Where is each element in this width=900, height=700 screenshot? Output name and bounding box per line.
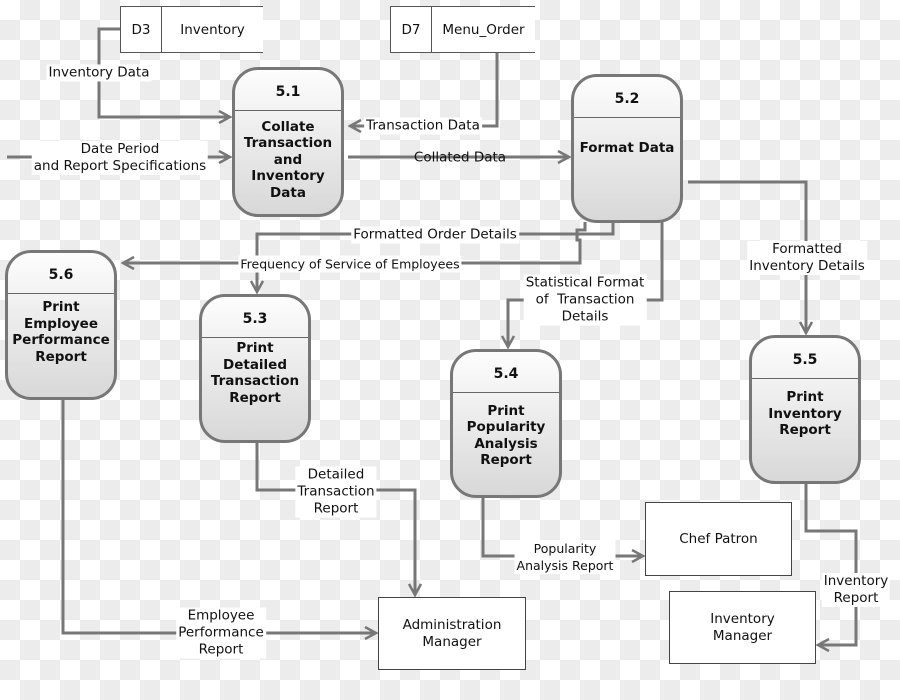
data-store-d7[interactable]: D7 Menu_Order xyxy=(390,6,535,53)
label-statistical: Statistical Format of Transaction Detail… xyxy=(523,274,647,326)
process-name: Format Data xyxy=(579,139,675,156)
flow-transaction-data xyxy=(350,52,499,126)
process-number: 5.3 xyxy=(202,297,308,338)
process-number: 5.1 xyxy=(235,70,341,111)
process-number: 5.2 xyxy=(574,77,680,118)
entity-inventory-manager[interactable]: Inventory Manager xyxy=(669,591,816,664)
store-id: D7 xyxy=(391,7,432,52)
entity-administration-manager[interactable]: Administration Manager xyxy=(378,597,526,670)
store-id: D3 xyxy=(121,7,162,52)
label-employee-perf: Employee Performance Report xyxy=(176,607,266,659)
process-number: 5.5 xyxy=(752,338,858,379)
label-frequency: Frequency of Service of Employees xyxy=(238,255,462,273)
process-5-3[interactable]: 5.3 Print Detailed Transaction Report xyxy=(199,294,311,443)
label-formatted-inventory: Formatted Inventory Details xyxy=(747,241,867,275)
process-name: Print Popularity Analysis Report xyxy=(466,402,546,469)
flow-detailed-trans xyxy=(255,442,415,595)
label-inventory-data: Inventory Data xyxy=(46,64,152,82)
label-popularity: Popularity Analysis Report xyxy=(514,540,616,574)
label-formatted-order: Formatted Order Details xyxy=(351,226,519,244)
process-name: Collate Transaction and Inventory Data xyxy=(243,118,333,201)
label-detailed-trans: Detailed Transaction Report xyxy=(295,466,377,518)
process-number: 5.4 xyxy=(453,352,559,393)
label-inventory-report: Inventory Report xyxy=(821,573,891,607)
process-number: 5.6 xyxy=(8,253,114,294)
entity-chef-patron[interactable]: Chef Patron xyxy=(645,502,792,576)
store-name: Menu_Order xyxy=(442,21,525,38)
process-5-5[interactable]: 5.5 Print Inventory Report xyxy=(749,335,861,484)
process-5-6[interactable]: 5.6 Print Employee Performance Report xyxy=(5,250,117,400)
data-store-d3[interactable]: D3 Inventory xyxy=(120,6,263,53)
process-5-4[interactable]: 5.4 Print Popularity Analysis Report xyxy=(450,349,562,498)
label-collated-data: Collated Data xyxy=(413,149,507,166)
process-name: Print Detailed Transaction Report xyxy=(210,340,300,406)
label-date-period: Date Period and Report Specifications xyxy=(31,141,209,175)
process-5-2[interactable]: 5.2 Format Data xyxy=(571,74,683,223)
label-transaction-data: Transaction Data xyxy=(364,117,482,135)
store-name: Inventory xyxy=(180,21,245,38)
process-name: Print Employee Performance Report xyxy=(12,299,110,365)
process-name: Print Inventory Report xyxy=(768,389,842,439)
process-5-1[interactable]: 5.1 Collate Transaction and Inventory Da… xyxy=(232,67,344,217)
